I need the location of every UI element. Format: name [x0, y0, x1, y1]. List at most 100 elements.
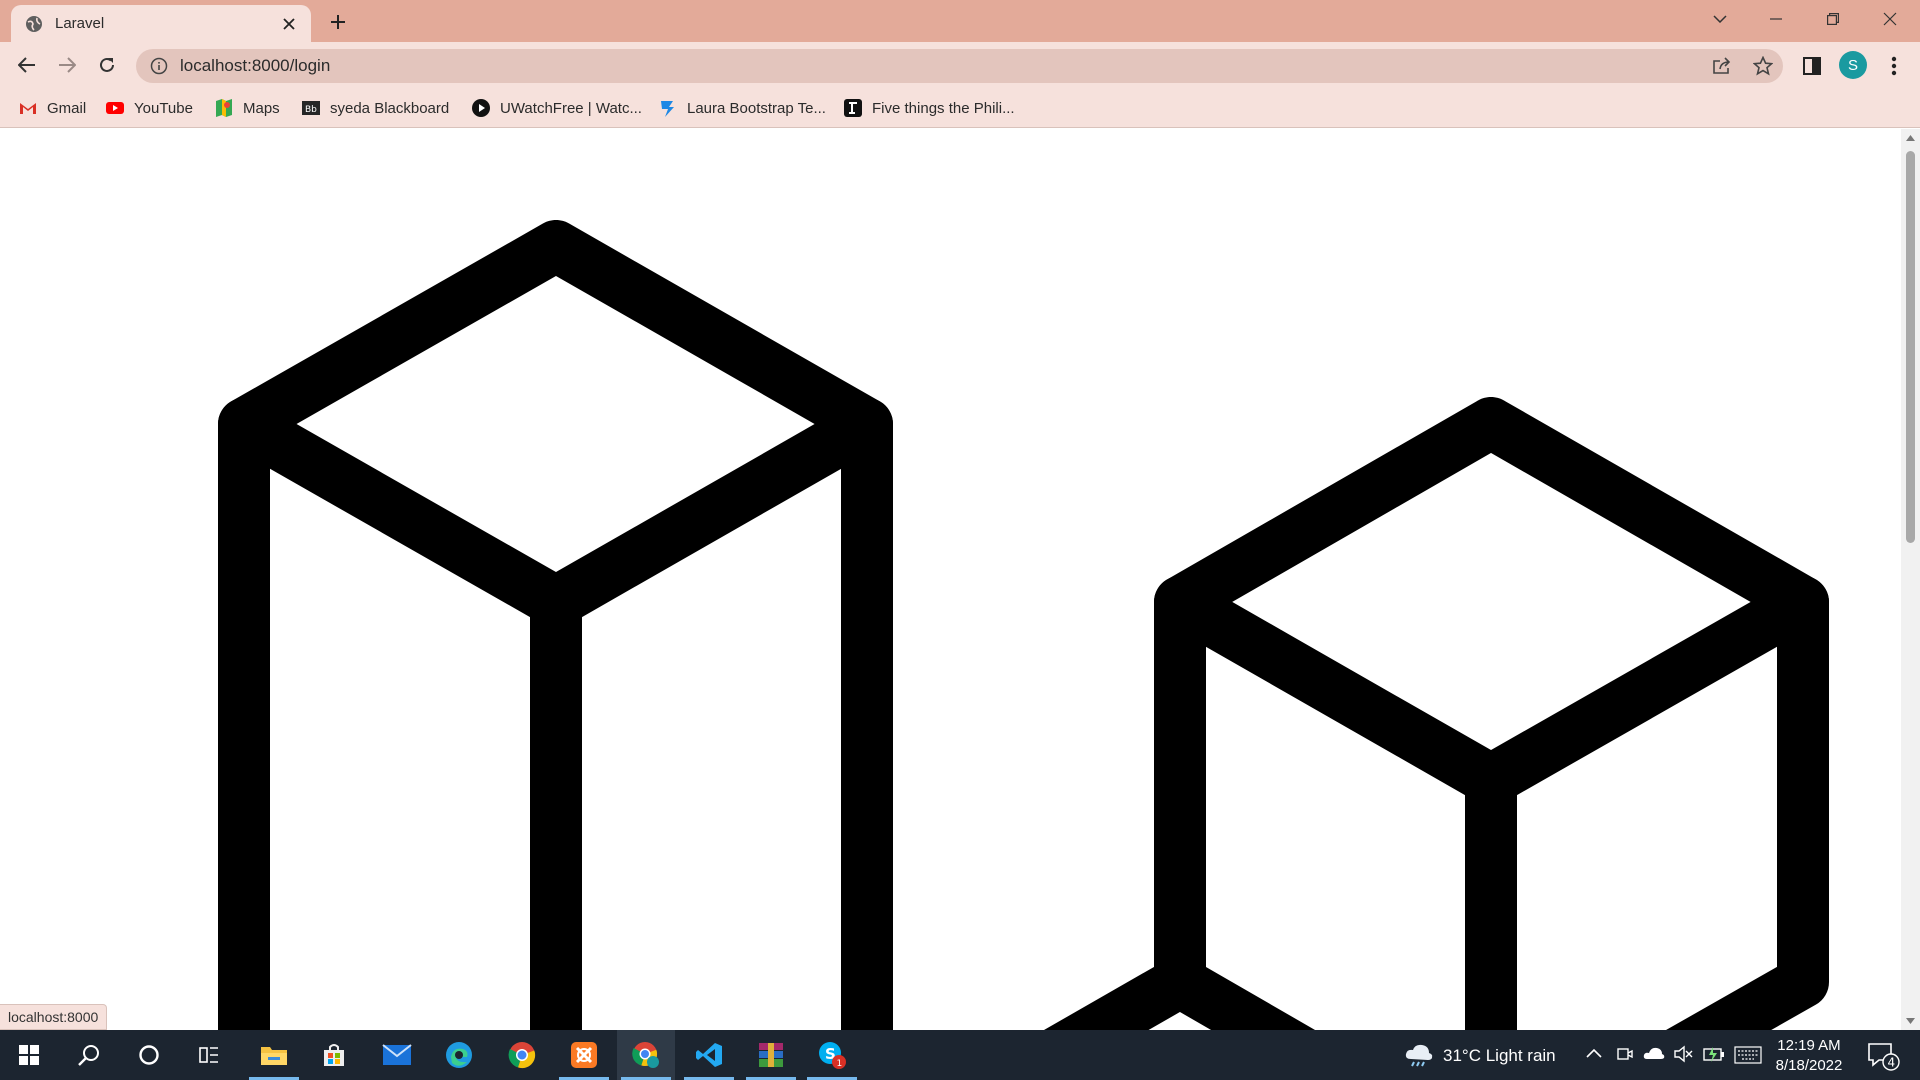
bootstrap-icon	[661, 101, 674, 117]
chrome-button[interactable]	[493, 1030, 551, 1080]
scroll-thumb[interactable]	[1906, 151, 1915, 543]
browser-toolbar: localhost:8000/login	[0, 42, 1920, 88]
bookmark-blackboard[interactable]: Bb syeda Blackboard	[301, 96, 449, 120]
bookmark-gmail[interactable]: Gmail	[18, 96, 86, 120]
minimize-icon	[1770, 18, 1782, 20]
store-icon	[324, 1044, 344, 1066]
tab-title: Laravel	[55, 15, 105, 32]
bookmark-uwatchfree[interactable]: UWatchFree | Watc...	[471, 96, 642, 120]
task-view-button[interactable]	[180, 1030, 238, 1080]
gmail-icon	[20, 103, 36, 114]
skype-button[interactable]: S 1	[803, 1030, 861, 1080]
new-tab-button[interactable]	[324, 8, 352, 36]
chrome-icon	[508, 1042, 536, 1069]
bookmark-star-button[interactable]	[1748, 51, 1778, 81]
edge-button[interactable]	[430, 1030, 488, 1080]
keyboard-icon[interactable]	[1734, 1046, 1762, 1064]
restore-icon	[1827, 13, 1839, 25]
chrome-profile-button[interactable]	[617, 1030, 675, 1080]
play-icon	[472, 99, 490, 117]
tab-close-button[interactable]	[279, 14, 299, 34]
start-button[interactable]	[0, 1030, 58, 1080]
notification-center-icon[interactable]: 4	[1867, 1042, 1901, 1072]
share-button[interactable]	[1707, 51, 1737, 81]
bookmark-label: YouTube	[134, 99, 193, 117]
status-bubble: localhost:8000	[0, 1004, 108, 1030]
close-window-button[interactable]	[1862, 0, 1918, 38]
side-panel-button[interactable]	[1797, 51, 1827, 81]
windows-taskbar: S 1 31°C Light rain 12:19 AM 8/18/2022 4	[0, 1030, 1920, 1080]
weather-icon[interactable]	[1404, 1042, 1434, 1068]
info-icon[interactable]	[150, 57, 168, 75]
volume-muted-icon[interactable]	[1673, 1044, 1693, 1064]
file-explorer-button[interactable]	[245, 1030, 303, 1080]
store-button[interactable]	[305, 1030, 363, 1080]
laravel-cubes-illustration	[218, 220, 1829, 1030]
skype-icon: S 1	[819, 1042, 846, 1069]
meet-now-icon[interactable]	[1616, 1045, 1634, 1063]
menu-button[interactable]	[1879, 51, 1909, 81]
xampp-icon	[571, 1042, 597, 1068]
clock-time: 12:19 AM	[1777, 1037, 1841, 1054]
profile-avatar[interactable]: S	[1839, 51, 1867, 79]
chevron-up-icon[interactable]	[1586, 1048, 1602, 1058]
tab-strip: Laravel	[0, 0, 1920, 42]
vscode-button[interactable]	[680, 1030, 738, 1080]
edge-icon	[446, 1042, 472, 1068]
system-clock[interactable]: 12:19 AM 8/18/2022	[1770, 1036, 1848, 1076]
cube-lower-partial	[1044, 956, 1316, 1030]
weather-text[interactable]: 31°C Light rain	[1443, 1046, 1556, 1066]
battery-icon[interactable]	[1703, 1044, 1725, 1064]
restore-button[interactable]	[1805, 0, 1861, 38]
scroll-up-arrow[interactable]	[1905, 133, 1916, 143]
triangle-up-icon	[1906, 135, 1915, 141]
mail-button[interactable]	[368, 1030, 426, 1080]
globe-icon	[26, 15, 42, 32]
triangle-down-icon	[1906, 1018, 1915, 1024]
bookmark-laura-bootstrap[interactable]: Laura Bootstrap Te...	[658, 96, 826, 120]
address-bar[interactable]: localhost:8000/login	[136, 49, 1783, 83]
close-icon	[1883, 12, 1897, 26]
xampp-button[interactable]	[555, 1030, 613, 1080]
bookmark-label: syeda Blackboard	[330, 99, 450, 117]
article-icon	[844, 99, 862, 117]
tab-laravel[interactable]: Laravel	[11, 5, 311, 42]
vertical-scrollbar[interactable]	[1901, 129, 1920, 1030]
mail-icon	[382, 1044, 412, 1065]
onedrive-icon[interactable]	[1643, 1046, 1665, 1060]
reload-button[interactable]	[91, 49, 123, 81]
minimize-button[interactable]	[1748, 0, 1804, 38]
vscode-icon	[696, 1043, 722, 1067]
arrow-right-icon	[59, 57, 76, 73]
chevron-down-icon	[1713, 15, 1727, 23]
start-icon	[19, 1045, 39, 1065]
taskbar-search-button[interactable]	[60, 1030, 118, 1080]
bookmark-five-things[interactable]: Five things the Phili...	[843, 96, 1015, 120]
winrar-icon	[759, 1043, 783, 1067]
bookmark-label: Laura Bootstrap Te...	[687, 99, 826, 117]
bookmark-maps[interactable]: Maps	[214, 96, 280, 120]
cube-left	[218, 220, 893, 1030]
cortana-button[interactable]	[120, 1030, 178, 1080]
bookmark-label: Five things the Phili...	[872, 99, 1015, 117]
cube-right	[1154, 397, 1829, 1030]
maps-icon	[216, 99, 232, 117]
bookmark-label: UWatchFree | Watc...	[500, 99, 642, 117]
page-viewport	[0, 129, 1901, 1030]
tab-search-button[interactable]	[1692, 0, 1748, 38]
reload-icon	[100, 57, 114, 72]
scroll-down-arrow[interactable]	[1905, 1016, 1916, 1026]
bookmark-youtube[interactable]: YouTube	[105, 96, 193, 120]
youtube-icon	[106, 102, 124, 114]
search-icon	[78, 1045, 99, 1066]
arrow-left-icon	[18, 57, 35, 73]
chrome-profile-icon	[632, 1042, 659, 1068]
file-explorer-icon	[261, 1047, 287, 1065]
task-view-icon	[199, 1047, 218, 1063]
notification-count: 4	[1888, 1056, 1896, 1070]
back-button[interactable]	[11, 49, 43, 81]
winrar-button[interactable]	[742, 1030, 800, 1080]
url-text: localhost:8000/login	[180, 56, 331, 75]
cortana-icon	[139, 1045, 159, 1065]
forward-button[interactable]	[51, 49, 83, 81]
